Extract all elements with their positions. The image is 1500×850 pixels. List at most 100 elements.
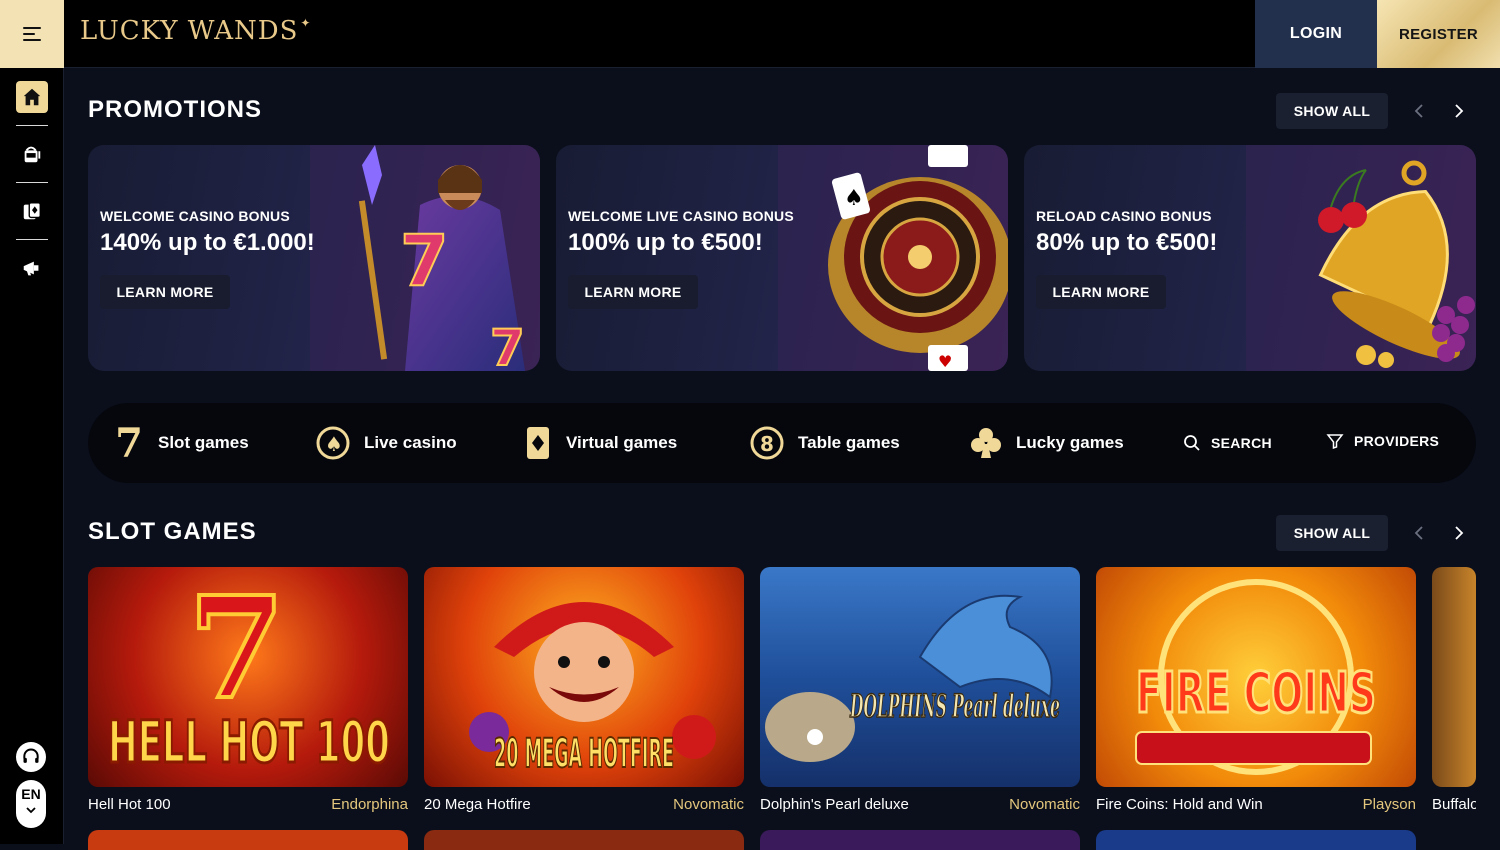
chevron-left-icon <box>1414 526 1423 540</box>
golden-bell-illustration <box>1246 145 1476 371</box>
promo-kicker: WELCOME CASINO BONUS <box>100 208 290 224</box>
game-tile-buffalo[interactable] <box>1432 567 1476 787</box>
hamburger-icon <box>23 27 41 41</box>
game-name: 20 Mega Hotfire <box>424 796 531 813</box>
register-button[interactable]: REGISTER <box>1377 0 1500 68</box>
support-button[interactable] <box>16 742 46 772</box>
chevron-down-icon <box>26 807 36 814</box>
category-table-games[interactable]: 8 Table games <box>750 403 900 483</box>
rail-home-button[interactable] <box>16 81 48 113</box>
dolphins-pearl-artwork: DOLPHINS Pearl deluxe <box>765 594 1061 762</box>
hell-hot-artwork: 7 HELL HOT 100 <box>107 567 392 778</box>
game-tile-row2[interactable] <box>760 830 1080 850</box>
svg-text:7: 7 <box>490 319 525 371</box>
game-tile-dolphins-pearl-deluxe[interactable]: DOLPHINS Pearl deluxe <box>760 567 1080 787</box>
learn-more-button[interactable]: LEARN MORE <box>1036 275 1166 309</box>
learn-more-button[interactable]: LEARN MORE <box>568 275 698 309</box>
hamburger-menu-button[interactable] <box>0 0 64 68</box>
fire-coins-artwork: FIRE COINS <box>1135 579 1378 775</box>
rail-divider <box>16 239 48 240</box>
seven-icon: 7 <box>115 419 143 467</box>
rail-cards-button[interactable] <box>16 195 48 227</box>
game-tile-row2[interactable] <box>424 830 744 850</box>
search-icon <box>1184 435 1200 451</box>
spade-chip-icon: ♠ <box>316 426 350 460</box>
category-label: Live casino <box>364 433 457 452</box>
promotions-next-arrow[interactable] <box>1449 101 1469 121</box>
category-virtual-games[interactable]: Virtual games <box>524 403 677 483</box>
promotions-show-all-button[interactable]: SHOW ALL <box>1276 93 1388 129</box>
svg-text:♠: ♠ <box>325 432 343 456</box>
game-name: Fire Coins: Hold and Win <box>1096 796 1263 813</box>
roulette-illustration: ♠ ♥ <box>778 145 1008 371</box>
game-name: Hell Hot 100 <box>88 796 171 813</box>
diamond-card-icon <box>527 427 549 459</box>
game-provider[interactable]: Playson <box>1256 796 1416 813</box>
wizard-illustration: 7 7 <box>310 145 540 371</box>
chevron-left-icon <box>1414 104 1423 118</box>
learn-more-button[interactable]: LEARN MORE <box>100 275 230 309</box>
tile-title-art: HELL HOT 100 <box>108 708 390 776</box>
game-tile-fire-coins[interactable]: FIRE COINS <box>1096 567 1416 787</box>
rail-divider <box>16 182 48 183</box>
game-tile-row2[interactable] <box>1096 830 1416 850</box>
slot-games-title: SLOT GAMES <box>88 518 257 545</box>
category-label: Lucky games <box>1016 433 1124 452</box>
cards-icon <box>23 202 41 220</box>
category-label: Slot games <box>158 433 249 452</box>
game-provider[interactable]: Novomatic <box>584 796 744 813</box>
game-provider[interactable]: Novomatic <box>920 796 1080 813</box>
promo-card-reload-casino[interactable]: RELOAD CASINO BONUS 80% up to €500! LEAR… <box>1024 145 1476 371</box>
category-providers[interactable]: PROVIDERS <box>1326 401 1439 481</box>
game-tile-20-mega-hotfire[interactable]: 20 MEGA HOTFIRE <box>424 567 744 787</box>
category-label: Virtual games <box>566 433 678 452</box>
category-label: Table games <box>798 433 900 452</box>
promotions-prev-arrow[interactable] <box>1409 101 1429 121</box>
svg-text:♠: ♠ <box>844 186 864 211</box>
rail-promotions-button[interactable] <box>16 252 48 284</box>
category-search[interactable]: SEARCH <box>1183 403 1272 483</box>
tile-title-art: 20 MEGA HOTFIRE <box>494 731 674 777</box>
chevron-right-icon <box>1455 526 1464 540</box>
slot-games-show-all-button[interactable]: SHOW ALL <box>1276 515 1388 551</box>
top-bar: LUCKY WANDS ✦ LOGIN REGISTER <box>0 0 1500 68</box>
left-rail: EN <box>0 68 64 844</box>
game-name: Dolphin's Pearl deluxe <box>760 796 909 813</box>
language-selector[interactable]: EN <box>16 780 46 828</box>
game-name: Buffalo <box>1432 796 1476 813</box>
category-slot-games[interactable]: 7 Slot games <box>114 403 249 483</box>
tile-title-art: DOLPHINS Pearl deluxe <box>850 687 1060 725</box>
language-code: EN <box>21 786 41 802</box>
promotions-title: PROMOTIONS <box>88 96 263 123</box>
promo-card-welcome-live-casino[interactable]: ♠ ♥ WELCOME LIVE CASINO BONUS 100% up to… <box>556 145 1008 371</box>
wand-star-icon: ✦ <box>300 16 312 30</box>
category-live-casino[interactable]: ♠ Live casino <box>316 403 457 483</box>
chevron-right-icon <box>1455 104 1464 118</box>
slot-games-prev-arrow[interactable] <box>1409 523 1429 543</box>
promo-headline: 140% up to €1.000! <box>100 229 315 256</box>
eight-ball-icon: 8 <box>750 426 784 460</box>
megaphone-icon <box>23 261 39 276</box>
login-button[interactable]: LOGIN <box>1255 0 1377 68</box>
svg-text:8: 8 <box>760 432 774 456</box>
category-label: PROVIDERS <box>1354 433 1440 449</box>
svg-text:7: 7 <box>400 220 449 302</box>
promo-card-welcome-casino[interactable]: 7 7 WELCOME CASINO BONUS 140% up to €1.0… <box>88 145 540 371</box>
filter-icon <box>1326 434 1344 450</box>
category-label: SEARCH <box>1211 435 1272 451</box>
site-logo[interactable]: LUCKY WANDS ✦ <box>80 16 311 46</box>
club-icon <box>971 428 1001 458</box>
svg-text:7: 7 <box>188 567 285 731</box>
rail-slots-button[interactable] <box>16 138 48 170</box>
headset-icon <box>23 748 39 763</box>
promo-headline: 100% up to €500! <box>568 229 763 256</box>
mega-hotfire-artwork: 20 MEGA HOTFIRE <box>469 602 716 778</box>
promo-kicker: WELCOME LIVE CASINO BONUS <box>568 208 794 224</box>
game-provider[interactable]: Endorphina <box>248 796 408 813</box>
game-tile-hell-hot-100[interactable]: 7 HELL HOT 100 <box>88 567 408 787</box>
game-tile-row2[interactable] <box>88 830 408 850</box>
tile-title-art: FIRE COINS <box>1136 661 1376 726</box>
slot-games-next-arrow[interactable] <box>1449 523 1469 543</box>
category-lucky-games[interactable]: Lucky games <box>970 403 1124 483</box>
logo-text: LUCKY WANDS <box>80 16 299 46</box>
